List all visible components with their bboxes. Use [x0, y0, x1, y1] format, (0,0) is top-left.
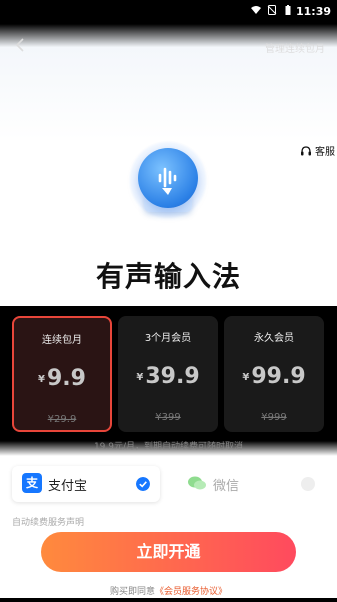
app-title: 有声输入法 [95, 260, 241, 293]
plan-section: 连续包月 ¥9.9 ¥29.9 3个月会员 ¥39.9 ¥399 永久会员 ¥9… [0, 306, 337, 456]
plan-price: ¥39.9 [118, 364, 218, 389]
voice-wave-icon [158, 167, 177, 195]
currency-symbol: ¥ [38, 373, 45, 385]
plan-original-price: ¥999 [261, 412, 287, 423]
wechat-icon [188, 476, 206, 490]
radio-unselected-icon[interactable] [301, 477, 315, 491]
plan-card-monthly[interactable]: 连续包月 ¥9.9 ¥29.9 [12, 316, 112, 432]
no-sim-icon [267, 5, 277, 15]
status-time: 11:39 [295, 5, 331, 18]
currency-symbol: ¥ [242, 371, 250, 383]
customer-service-label: 客服 [315, 147, 335, 158]
wifi-icon [251, 6, 261, 14]
payment-label: 微信 [213, 479, 240, 494]
plan-name: 连续包月 [42, 335, 82, 346]
status-bar: 11:39 [0, 0, 337, 24]
payment-option-alipay[interactable]: 支 支付宝 [12, 466, 160, 502]
agreement-link[interactable]: 《会员服务协议》 [155, 587, 227, 597]
alipay-icon: 支 [22, 473, 42, 493]
payment-label: 支付宝 [48, 479, 88, 494]
agreement-prefix: 购买即同意 [109, 587, 155, 597]
headset-icon [301, 145, 311, 155]
plan-card-lifetime[interactable]: 永久会员 ¥99.9 ¥999 [224, 316, 324, 432]
plan-price-value: 9.9 [46, 366, 86, 391]
plan-price-value: 39.9 [145, 364, 200, 389]
status-icons [251, 5, 293, 15]
renew-note: 19.9元/月，到期自动续费可随时取消 [93, 442, 244, 452]
agreement-text: 购买即同意《会员服务协议》 [0, 584, 337, 597]
payment-option-wechat[interactable]: 微信 [177, 466, 325, 502]
system-nav-bar [0, 598, 337, 602]
subscribe-button[interactable]: 立即开通 [41, 532, 296, 572]
customer-service-button[interactable]: 客服 [300, 143, 335, 158]
plan-name: 3个月会员 [144, 333, 192, 344]
back-arrow-icon[interactable] [12, 36, 30, 54]
plan-price: ¥9.9 [14, 366, 110, 391]
currency-symbol: ¥ [136, 371, 144, 383]
plan-price: ¥99.9 [224, 364, 324, 389]
checkmark-icon[interactable] [136, 477, 150, 491]
auto-renew-statement-link[interactable]: 自动续费服务声明 [12, 515, 84, 528]
plan-card-3-months[interactable]: 3个月会员 ¥39.9 ¥399 [118, 316, 218, 432]
logo-orb [138, 148, 198, 208]
plan-original-price: ¥29.9 [47, 414, 77, 425]
plan-name: 永久会员 [254, 333, 294, 344]
manage-subscription-link[interactable]: 管理连续包月 [265, 40, 325, 55]
battery-icon [285, 5, 291, 15]
plan-original-price: ¥399 [155, 412, 181, 423]
plan-price-value: 99.9 [251, 364, 306, 389]
app-logo [128, 140, 208, 220]
